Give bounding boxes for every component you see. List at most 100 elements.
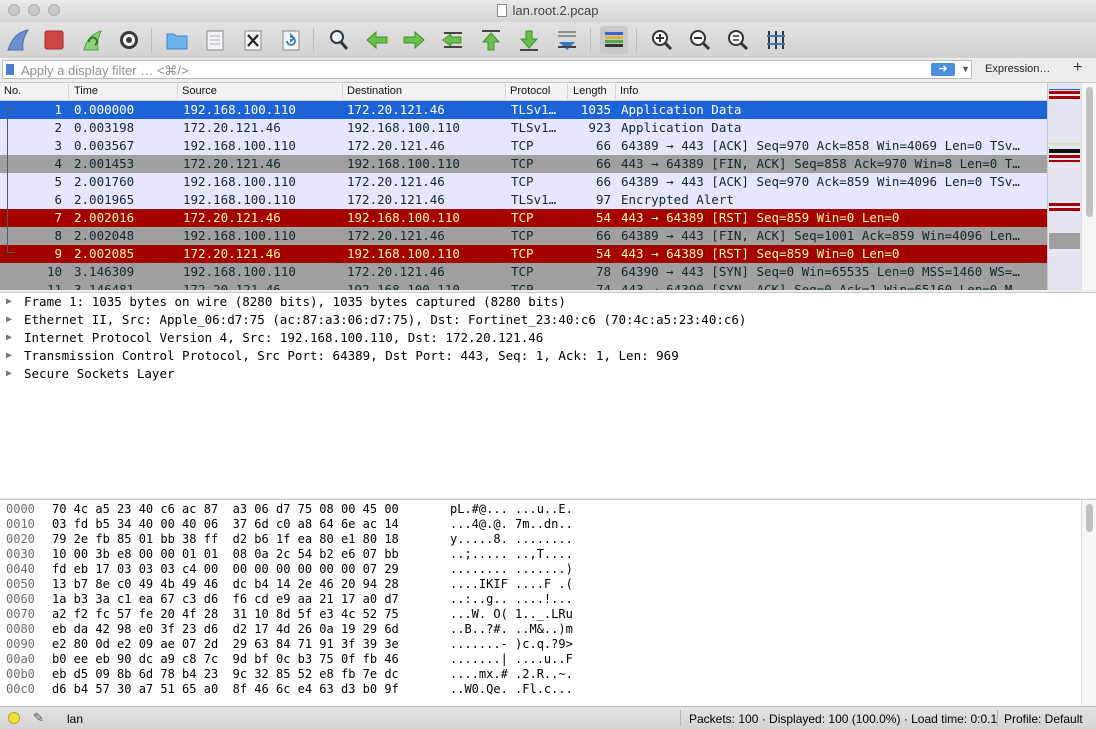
cell-time: 3.146309 — [74, 264, 135, 279]
profile-status[interactable]: Profile: Default — [1004, 712, 1083, 726]
conversation-bracket — [7, 108, 14, 252]
cell-proto: TLSv1… — [511, 120, 557, 135]
column-time[interactable]: Time — [74, 85, 98, 97]
expand-arrow-icon[interactable]: ▶ — [6, 347, 12, 365]
byte-off: 00c0 — [6, 682, 35, 696]
resize-columns-icon[interactable] — [762, 26, 790, 54]
edit-comment-icon[interactable]: ✎ — [33, 710, 44, 726]
packet-row[interactable]: 6 2.001965 192.168.100.110 172.20.121.46 TLS… — [0, 191, 1047, 209]
go-first-icon[interactable] — [477, 26, 505, 54]
go-forward-icon[interactable] — [400, 26, 428, 54]
apply-filter-icon[interactable]: ➜ — [931, 63, 955, 76]
column-source[interactable]: Source — [182, 85, 217, 97]
cell-time: 2.001760 — [74, 174, 135, 189]
scrollbar-thumb[interactable] — [1086, 504, 1093, 532]
byte-hex: fd eb 17 03 03 03 c4 00 00 00 00 00 00 0… — [52, 562, 399, 576]
column-no[interactable]: No. — [4, 85, 21, 97]
cell-proto: TCP — [511, 282, 534, 290]
column-length[interactable]: Length — [573, 85, 607, 97]
column-protocol[interactable]: Protocol — [510, 85, 550, 97]
column-destination[interactable]: Destination — [347, 85, 402, 97]
capture-options-icon[interactable] — [115, 26, 143, 54]
toolbar-divider — [590, 28, 591, 52]
zoom-out-icon[interactable] — [686, 26, 714, 54]
go-back-icon[interactable] — [363, 26, 391, 54]
restart-capture-icon[interactable] — [78, 26, 106, 54]
packet-minimap[interactable] — [1047, 83, 1081, 290]
cell-dst: 192.168.100.110 — [347, 246, 460, 261]
cell-dst: 192.168.100.110 — [347, 120, 460, 135]
column-info[interactable]: Info — [620, 85, 638, 97]
display-filter-input[interactable]: Apply a display filter … <⌘/> ➜ ▼ — [2, 60, 972, 79]
byte-off: 00b0 — [6, 667, 35, 681]
go-to-packet-icon[interactable] — [439, 26, 467, 54]
go-last-icon[interactable] — [515, 26, 543, 54]
close-file-icon[interactable] — [239, 26, 267, 54]
bookmark-icon[interactable] — [6, 64, 14, 75]
byte-off: 0000 — [6, 502, 35, 516]
stop-capture-icon[interactable] — [40, 26, 68, 54]
open-file-icon[interactable] — [163, 26, 191, 54]
cell-src: 192.168.100.110 — [183, 174, 296, 189]
packet-row[interactable]: 8 2.002048 192.168.100.110 172.20.121.46 TCP… — [0, 227, 1047, 245]
byte-asc: ..B..?#. ..M&..)m — [450, 622, 573, 636]
toolbar-divider — [636, 28, 637, 52]
packet-row[interactable]: 7 2.002016 172.20.121.46 192.168.100.110 TCP… — [0, 209, 1047, 227]
column-divider — [68, 84, 69, 99]
cell-dst: 192.168.100.110 — [347, 210, 460, 225]
packet-list-scrollbar[interactable] — [1081, 83, 1096, 290]
packet-row[interactable]: 11 3.146481 172.20.121.46 192.168.100.110 TC… — [0, 281, 1047, 290]
packet-row[interactable]: 5 2.001760 192.168.100.110 172.20.121.46 TCP… — [0, 173, 1047, 191]
shark-fin-start-icon[interactable] — [4, 26, 32, 54]
cell-info: 443 → 64389 [RST] Seq=859 Win=0 Len=0 — [621, 246, 900, 261]
bytes-scrollbar[interactable] — [1081, 500, 1096, 706]
file-set-icon[interactable] — [201, 26, 229, 54]
cell-src: 172.20.121.46 — [183, 156, 281, 171]
cell-len: 66 — [595, 228, 611, 243]
zoom-in-icon[interactable] — [648, 26, 676, 54]
cell-dst: 172.20.121.46 — [347, 138, 445, 153]
packet-row[interactable]: 2 0.003198 172.20.121.46 192.168.100.110 TLS… — [0, 119, 1047, 137]
expand-arrow-icon[interactable]: ▶ — [6, 329, 12, 347]
byte-off: 0030 — [6, 547, 35, 561]
byte-hex: 10 00 3b e8 00 00 01 01 08 0a 2c 54 b2 e… — [52, 547, 399, 561]
filter-placeholder: Apply a display filter … <⌘/> — [21, 63, 189, 78]
byte-off: 0050 — [6, 577, 35, 591]
cell-dst: 172.20.121.46 — [347, 228, 445, 243]
cell-len: 66 — [595, 138, 611, 153]
cell-proto: TCP — [511, 156, 534, 171]
expert-info-icon[interactable] — [8, 712, 20, 724]
packet-row[interactable]: 10 3.146309 192.168.100.110 172.20.121.46 TC… — [0, 263, 1047, 281]
cell-proto: TLSv1… — [511, 102, 557, 117]
packet-row[interactable]: 3 0.003567 192.168.100.110 172.20.121.46 TCP… — [0, 137, 1047, 155]
packet-row[interactable]: 9 2.002085 172.20.121.46 192.168.100.110 TCP… — [0, 245, 1047, 263]
expand-arrow-icon[interactable]: ▶ — [6, 311, 12, 329]
packet-row[interactable]: 4 2.001453 172.20.121.46 192.168.100.110 TCP… — [0, 155, 1047, 173]
normal-size-icon[interactable] — [724, 26, 752, 54]
cell-src: 172.20.121.46 — [183, 246, 281, 261]
expand-arrow-icon[interactable]: ▶ — [6, 293, 12, 311]
conversation-bracket-start — [7, 108, 15, 109]
find-packet-icon[interactable] — [325, 26, 353, 54]
cell-src: 192.168.100.110 — [183, 138, 296, 153]
byte-off: 0040 — [6, 562, 35, 576]
scrollbar-thumb[interactable] — [1086, 87, 1093, 217]
byte-hex: 70 4c a5 23 40 c6 ac 87 a3 06 d7 75 08 0… — [52, 502, 399, 516]
cell-src: 192.168.100.110 — [183, 192, 296, 207]
expression-button[interactable]: Expression… — [985, 63, 1050, 75]
cell-time: 3.146481 — [74, 282, 135, 290]
cell-len: 54 — [595, 246, 611, 261]
reload-icon[interactable] — [277, 26, 305, 54]
expand-arrow-icon[interactable]: ▶ — [6, 365, 12, 383]
cell-info: 443 → 64390 [SYN, ACK] Seq=0 Ack=1 Win=6… — [621, 282, 1020, 290]
cell-info: Application Data — [621, 102, 742, 117]
packet-row[interactable]: 1 0.000000 192.168.100.110 172.20.121.46 TLS… — [0, 101, 1047, 119]
colorize-icon[interactable] — [600, 26, 628, 54]
byte-asc: ..:..g.. ....!... — [450, 592, 573, 606]
chevron-down-icon[interactable]: ▼ — [961, 64, 970, 74]
autoscroll-icon[interactable] — [553, 26, 581, 54]
byte-asc: ...W. O( 1.._.LRu — [450, 607, 573, 621]
cell-len: 54 — [595, 210, 611, 225]
add-filter-button[interactable]: + — [1073, 59, 1082, 77]
cell-dst: 172.20.121.46 — [347, 264, 445, 279]
